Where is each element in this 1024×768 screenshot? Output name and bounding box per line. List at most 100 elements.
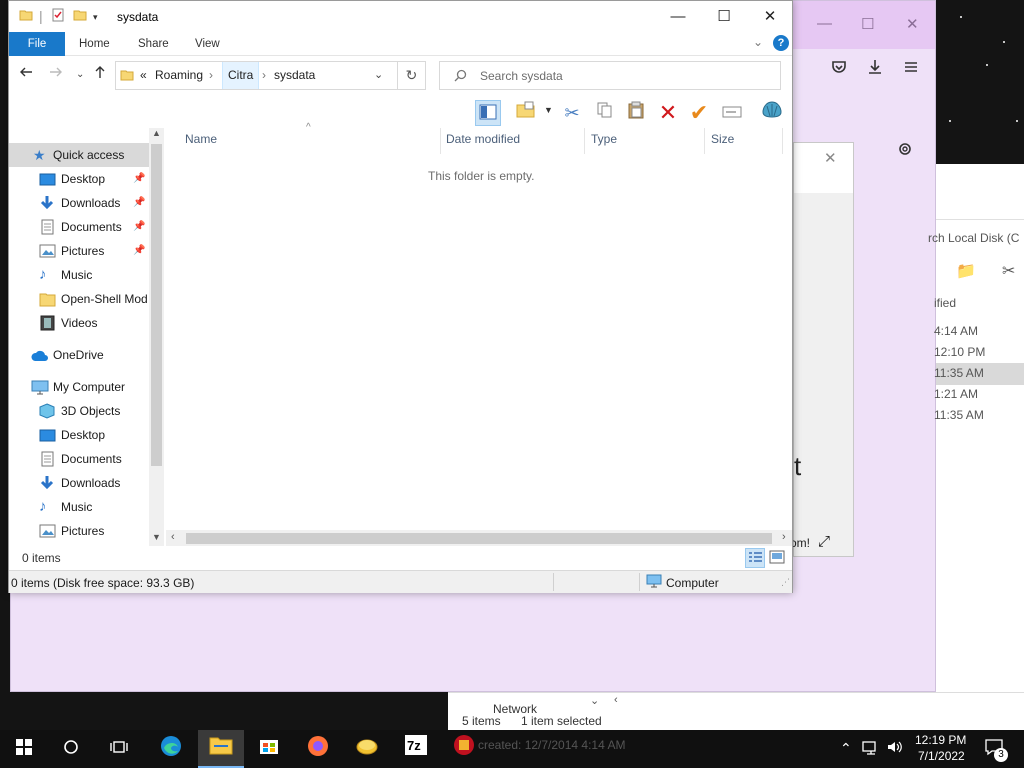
chevron-up-icon[interactable]: ⌃ [840,740,852,757]
column-date-modified[interactable]: Date modified [446,132,520,146]
details-view-icon[interactable] [745,548,765,568]
menu-icon[interactable] [903,59,919,80]
breadcrumb-sysdata[interactable]: sysdata [274,62,315,89]
column-divider[interactable] [704,128,705,154]
nav-downloads-2[interactable]: Downloads [9,471,149,495]
paste-icon[interactable] [623,100,649,126]
recent-locations-icon[interactable]: ⌄ [76,69,84,80]
edge-icon[interactable] [156,734,186,764]
minimize-icon[interactable]: — [817,15,832,32]
delete-icon[interactable]: ✕ [655,100,681,126]
start-button[interactable] [9,734,39,764]
pictures-icon [39,243,56,258]
rename-icon[interactable] [719,100,745,126]
nav-pictures[interactable]: Pictures 📌 [9,239,149,263]
tab-file[interactable]: File [9,32,65,56]
tab-view[interactable]: View [183,32,232,56]
nav-quick-access[interactable]: ★ Quick access [9,143,149,167]
back-icon[interactable] [19,65,33,84]
coins-app-icon[interactable] [352,734,382,764]
volume-icon[interactable] [886,739,904,758]
nav-desktop-2[interactable]: Desktop [9,423,149,447]
status-bar: 0 items (Disk free space: 93.3 GB) Compu… [9,570,792,593]
nav-documents[interactable]: Documents 📌 [9,215,149,239]
nav-onedrive[interactable]: OneDrive [9,343,149,367]
search-input[interactable]: Search sysdata [439,61,781,90]
horizontal-scrollbar[interactable]: ‹ › [166,530,792,546]
forward-icon[interactable] [49,65,63,84]
nav-desktop[interactable]: Desktop 📌 [9,167,149,191]
breadcrumb-overflow[interactable]: « [140,62,147,89]
nav-pictures-2[interactable]: Pictures [9,519,149,543]
maximize-icon[interactable]: ☐ [861,15,874,33]
pocket-icon[interactable] [831,59,847,80]
tab-share[interactable]: Share [126,32,181,56]
check-icon[interactable]: ✔ [686,100,712,126]
tab-home[interactable]: Home [67,32,122,56]
nav-music-2[interactable]: ♪ Music [9,495,149,519]
expand-icon[interactable]: ⤢ [818,533,830,550]
column-divider[interactable] [782,128,783,154]
nav-3d-objects[interactable]: 3D Objects [9,399,149,423]
cut-icon: ✂ [1002,263,1016,280]
scroll-thumb[interactable] [186,533,772,544]
breadcrumb-roaming[interactable]: Roaming [155,62,203,89]
address-bar[interactable]: « Roaming › Citra › sysdata ⌄ [115,61,426,90]
navigation-pane: ★ Quick access Desktop 📌 Downloads 📌 Doc… [9,128,164,546]
large-icons-view-icon[interactable] [769,550,785,567]
network-icon[interactable] [862,740,880,759]
gear-icon[interactable] [897,141,913,162]
nav-label: Music [61,268,93,282]
minimize-button[interactable]: — [655,1,701,32]
chevron-down-icon[interactable]: ⌄ [590,694,599,707]
breadcrumb-citra[interactable]: Citra [222,62,260,89]
nav-music[interactable]: ♪ Music [9,263,149,287]
chevron-left-icon[interactable]: ‹ [614,694,618,706]
close-icon[interactable]: ✕ [906,15,919,33]
shell-icon[interactable] [759,100,785,126]
new-folder-icon[interactable] [73,8,87,25]
help-icon[interactable]: ? [773,35,789,51]
nav-my-computer[interactable]: My Computer [9,375,149,399]
maximize-button[interactable]: ☐ [701,1,747,32]
customize-quick-access-icon[interactable]: ▾ [93,12,98,23]
close-icon[interactable]: ✕ [824,149,837,167]
nav-documents-2[interactable]: Documents [9,447,149,471]
firefox-icon[interactable] [303,734,333,764]
column-divider[interactable] [584,128,585,154]
nav-scrollbar[interactable]: ▲ ▼ [149,128,164,546]
refresh-button[interactable]: ↻ [397,61,426,90]
copy-icon[interactable] [592,100,618,126]
column-size[interactable]: Size [711,132,734,146]
up-icon[interactable] [93,65,107,84]
nav-open-shell[interactable]: Open-Shell Mod [9,287,149,311]
close-button[interactable]: ✕ [747,1,793,32]
store-icon[interactable] [254,734,284,764]
expand-ribbon-icon[interactable]: ⌄ [753,35,763,49]
7zip-icon[interactable]: 7z [401,734,431,764]
scroll-thumb[interactable] [151,144,162,466]
column-divider[interactable] [440,128,441,154]
clock-date[interactable]: 7/1/2022 [918,749,965,763]
download-icon[interactable] [867,59,883,80]
nav-videos[interactable]: Videos [9,311,149,335]
scroll-down-icon[interactable]: ▼ [152,532,161,542]
clock-time[interactable]: 12:19 PM [915,733,966,747]
file-explorer-icon[interactable] [206,734,236,764]
scroll-up-icon[interactable]: ▲ [152,128,161,138]
cut-icon[interactable]: ✂ [559,100,585,126]
scroll-left-icon[interactable]: ‹ [171,531,175,543]
pane-icon[interactable] [475,100,501,126]
column-type[interactable]: Type [591,132,617,146]
resize-grip-icon[interactable]: ⋰ [781,577,790,588]
properties-icon[interactable] [513,100,539,126]
search-button[interactable] [56,734,86,764]
task-view-button[interactable] [104,734,134,764]
chevron-down-icon[interactable]: ⌄ [374,62,383,89]
chevron-down-icon[interactable]: ▼ [544,105,553,115]
scroll-right-icon[interactable]: › [782,531,786,543]
winrar-icon[interactable] [449,734,479,764]
properties-icon[interactable] [51,8,65,25]
column-name[interactable]: Name [185,132,217,146]
nav-downloads[interactable]: Downloads 📌 [9,191,149,215]
